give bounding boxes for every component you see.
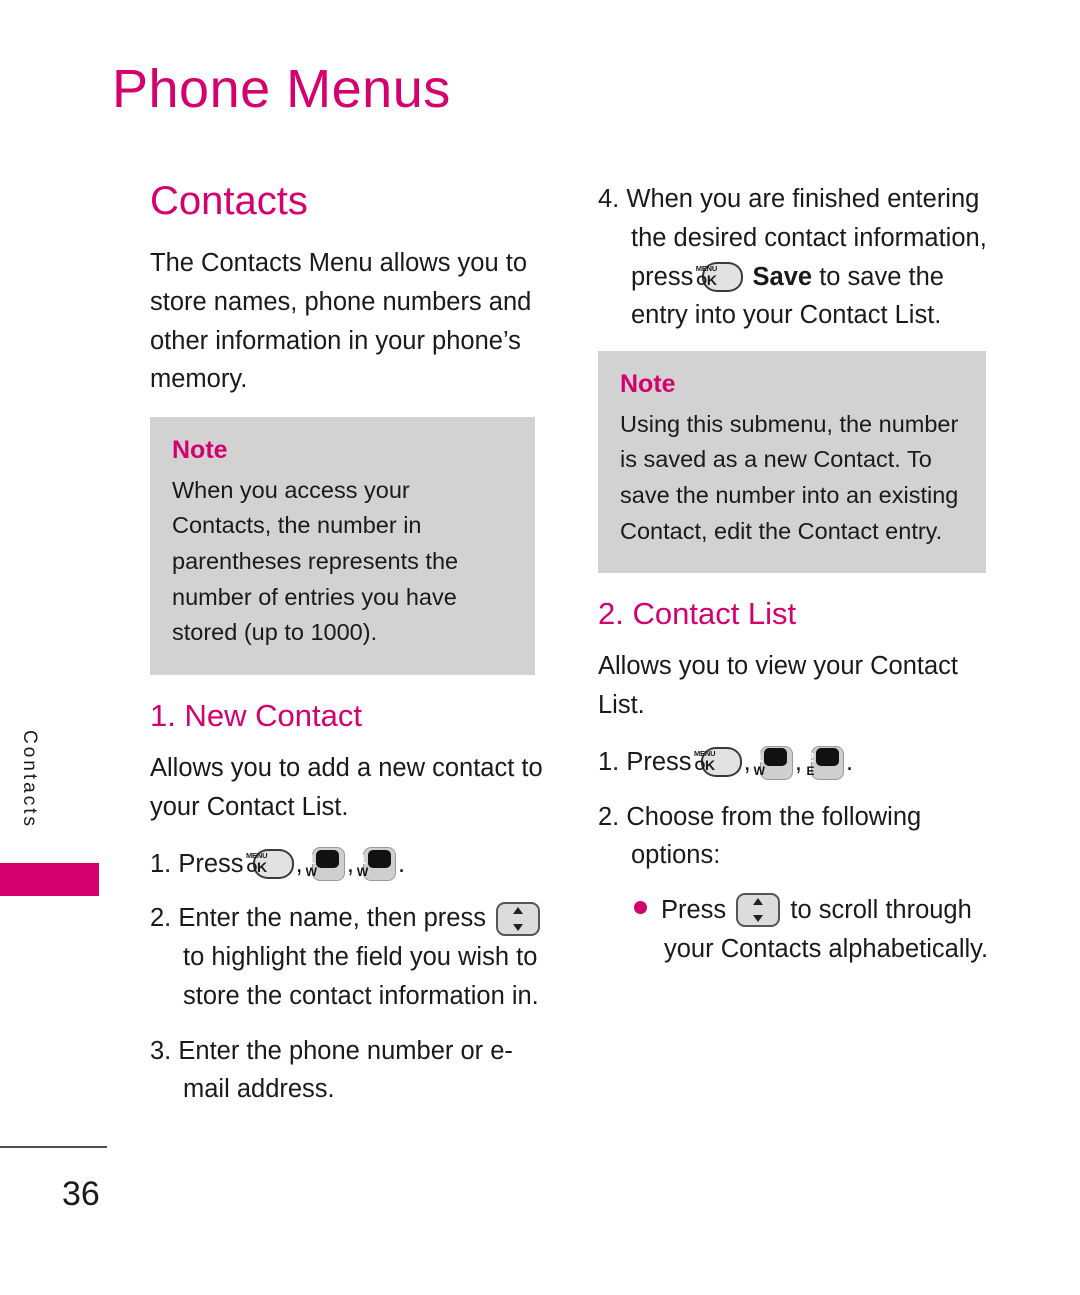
menu-ok-key-icon: MENU OK xyxy=(694,747,742,778)
step-number: 2. xyxy=(598,802,620,831)
number-key-letter: W xyxy=(305,865,317,880)
number-key-digit: 1 xyxy=(307,849,340,868)
navigation-key-icon xyxy=(496,901,541,936)
arrow-down-icon xyxy=(753,915,764,923)
contact-list-step-2: 2. Choose from the following options: xyxy=(598,798,998,876)
step-comma-2: , xyxy=(346,849,354,878)
note-box-contact-list: Note Using this submenu, the number is s… xyxy=(598,351,986,574)
side-tab-color-block xyxy=(0,863,99,896)
number-key-letter: W xyxy=(753,763,765,778)
step-period: . xyxy=(398,849,406,878)
number-key-digit: 1 xyxy=(755,748,788,767)
page-number: 36 xyxy=(62,1175,100,1213)
menu-ok-key-icon: MENU OK xyxy=(246,848,294,879)
note-title: Note xyxy=(172,436,228,464)
new-contact-step-2: 2. Enter the name, then press to highlig… xyxy=(150,899,550,1015)
subsection-heading-new-contact: 1. New Contact xyxy=(150,698,362,734)
step-comma-1: , xyxy=(295,849,303,878)
contact-list-description: Allows you to view your Contact List. xyxy=(598,652,958,720)
new-contact-step-3: 3. Enter the phone number or e-mail addr… xyxy=(150,1032,550,1110)
note-body: Using this submenu, the number is saved … xyxy=(620,410,959,544)
step-text-press: Press xyxy=(626,747,692,776)
menu-ok-key-bottom-label: OK xyxy=(246,858,267,875)
number-key-2-icon: 2 E xyxy=(806,745,845,780)
number-key-1-icon-second: 1 W xyxy=(356,847,397,882)
step-text-press: Press xyxy=(178,849,244,878)
section-heading-contacts: Contacts xyxy=(150,179,308,223)
step-text-a: Enter the name, then press xyxy=(178,904,486,933)
step-text: Choose from the following options: xyxy=(626,802,922,870)
right-column: 4. When you are finished entering the de… xyxy=(598,180,998,983)
arrow-down-icon xyxy=(513,923,524,931)
number-key-letter: E xyxy=(806,763,815,778)
arrow-up-icon xyxy=(753,898,764,906)
step-comma-2: , xyxy=(794,747,802,776)
menu-ok-key-icon: MENU OK xyxy=(696,261,744,292)
step-number: 4. xyxy=(598,185,620,213)
navigation-key-icon xyxy=(736,893,781,928)
contacts-intro-paragraph: The Contacts Menu allows you to store na… xyxy=(150,249,532,394)
new-contact-step-4: 4. When you are finished entering the de… xyxy=(598,180,998,335)
number-key-letter: W xyxy=(356,865,369,880)
page-title: Phone Menus xyxy=(112,59,451,119)
save-soft-key-label: Save xyxy=(752,262,813,291)
left-column: Contacts The Contacts Menu allows you to… xyxy=(150,180,550,1125)
side-tab-label: Contacts xyxy=(19,730,40,829)
side-tab: Contacts xyxy=(0,700,110,930)
step-number: 2. xyxy=(150,904,172,933)
new-contact-description: Allows you to add a new contact to your … xyxy=(150,754,543,821)
new-contact-step-1: 1. Press MENU OK , 1 W , 1 W . xyxy=(150,845,550,884)
footer-divider xyxy=(0,1146,107,1148)
bullet-dot-icon xyxy=(634,900,647,914)
step-text: Enter the phone number or e-mail address… xyxy=(178,1036,513,1104)
contact-list-step-1: 1. Press MENU OK , 1 W , 2 E . xyxy=(598,743,998,782)
number-key-1-icon: 1 W xyxy=(305,847,345,882)
bullet-text-a: Press xyxy=(661,896,727,925)
step-text-b: to highlight the field you wish to store… xyxy=(183,943,539,1010)
number-key-digit: 1 xyxy=(359,849,391,868)
note-box-contacts: Note When you access your Contacts, the … xyxy=(150,417,535,676)
subsection-heading-contact-list: 2. Contact List xyxy=(598,596,797,632)
number-key-1-icon: 1 W xyxy=(753,745,793,780)
arrow-up-icon xyxy=(513,906,524,914)
step-period: . xyxy=(846,747,854,776)
menu-ok-key-bottom-label: OK xyxy=(694,757,715,774)
step-comma-1: , xyxy=(743,747,751,776)
note-body: When you access your Contacts, the numbe… xyxy=(172,476,459,646)
step-number: 1. xyxy=(150,849,172,878)
note-title: Note xyxy=(620,370,676,398)
number-key-digit: 2 xyxy=(807,748,839,767)
step-number: 3. xyxy=(150,1036,172,1065)
menu-ok-key-bottom-label: OK xyxy=(696,271,717,288)
contact-list-bullet-1: Press to scroll through your Contacts al… xyxy=(598,891,998,969)
step-number: 1. xyxy=(598,747,620,776)
